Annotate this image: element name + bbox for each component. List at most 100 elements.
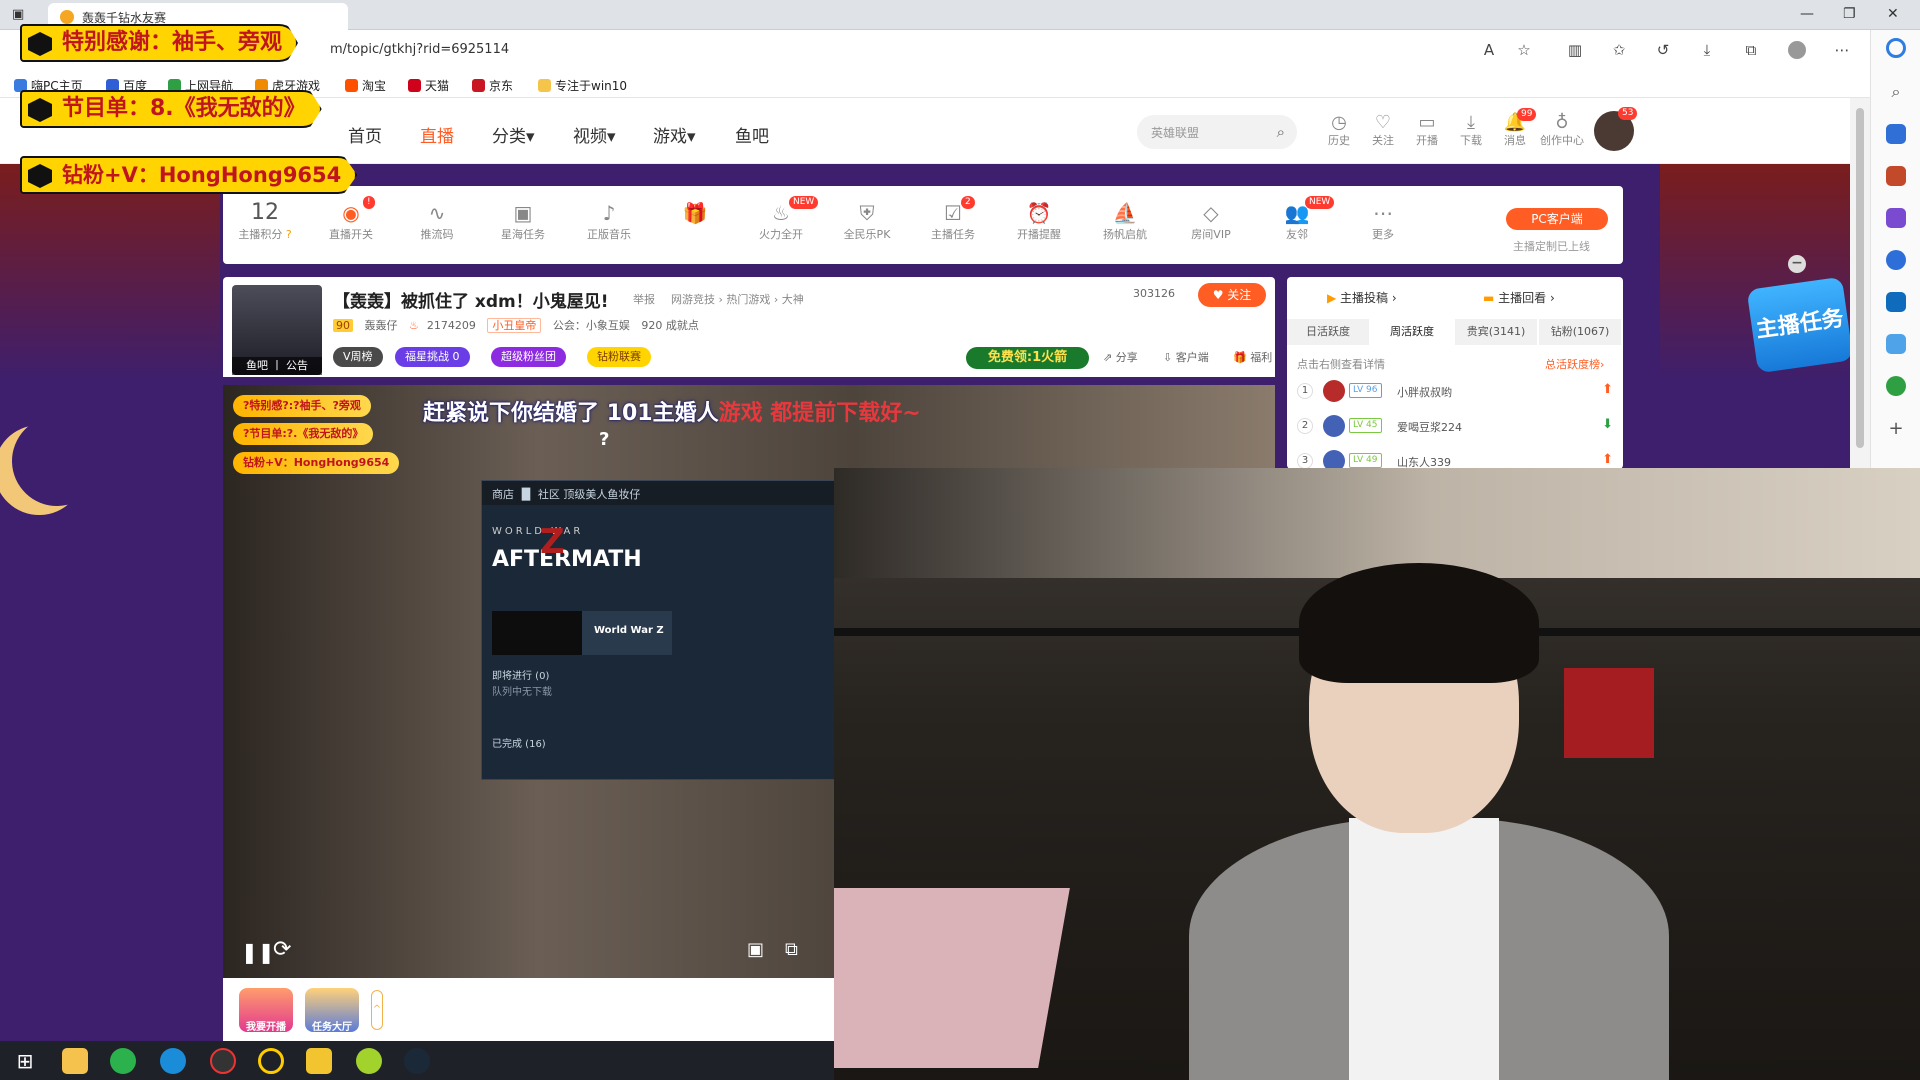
restore-icon[interactable]: ❐ [1843,6,1856,22]
more-icon[interactable]: ⋯ [1833,41,1851,59]
collapse-icon[interactable]: − [1788,255,1806,273]
xbox-icon[interactable] [356,1048,382,1074]
steam-icon[interactable] [404,1048,430,1074]
weekly-rank-pill[interactable]: V周榜 [333,347,383,367]
total-rank-link[interactable]: 总活跃度榜› [1545,356,1604,372]
follow-button[interactable]: ♥ 关注 [1198,283,1266,307]
nav-home[interactable]: 首页 [348,122,382,147]
favorite-add-icon[interactable]: ☆ [1515,41,1533,59]
report-link[interactable]: 举报 [633,291,655,307]
edge-icon[interactable] [160,1048,186,1074]
live-reminder-button[interactable]: ⏰ 开播提醒 [1007,200,1071,242]
anchor-avatar-label[interactable]: 鱼吧 丨 公告 [232,357,322,375]
outlook-icon[interactable] [1886,292,1906,312]
bookmark-item[interactable]: 淘宝 [345,77,386,94]
site-search-input[interactable]: 英雄联盟 ⌕ [1137,115,1297,149]
nav-category[interactable]: 分类▾ [492,122,535,147]
start-live-promo-button[interactable]: 我要开播 [239,988,293,1033]
follow-list-button[interactable]: ♡ 关注 [1363,112,1403,148]
super-fans-pill[interactable]: 超级粉丝团 [491,347,566,367]
more-button[interactable]: ⋯ 更多 [1351,200,1415,242]
read-aloud-icon[interactable]: A [1480,41,1498,59]
star-task-button[interactable]: ▣ 星海任务 [491,200,555,242]
anchor-submit-link[interactable]: ▶ 主播投稿 › [1327,289,1397,306]
anchor-avatar[interactable]: 鱼吧 丨 公告 [232,285,322,375]
bookmark-item[interactable]: 专注于win10 [538,77,627,94]
sail-button[interactable]: ⛵ 扬帆启航 [1093,200,1157,242]
messages-button[interactable]: 🔔 消息 99 [1495,108,1537,148]
close-icon[interactable]: ✕ [1887,6,1899,22]
user-avatar[interactable]: 53 [1594,107,1638,151]
category-breadcrumb[interactable]: 网游竞技 › 热门游戏 › 大神 [671,291,804,307]
room-vip-button[interactable]: ◇ 房间VIP [1179,200,1243,242]
search-icon[interactable]: ⌕ [1277,123,1285,141]
banner-diamond-fans: 钻粉+V：HongHong9654 [20,156,358,194]
office-icon[interactable] [1886,250,1906,270]
neighbors-button[interactable]: 👥 友邻 NEW [1265,196,1335,242]
shopping-icon[interactable] [1886,166,1906,186]
file-explorer-icon[interactable] [62,1048,88,1074]
lucky-challenge-pill[interactable]: 福星挑战 0 [395,347,470,367]
anchor-task-badge[interactable]: 主播任务 [1746,276,1850,374]
gift-button[interactable]: 🎁 [663,200,727,226]
tab-daily[interactable]: 日活跃度 [1287,319,1369,345]
pc-client-button[interactable]: PC客户端 [1506,208,1608,230]
bookmark-item[interactable]: 京东 [472,77,513,94]
screenshot-icon[interactable]: ▣ [747,939,764,960]
bing-icon[interactable] [1886,38,1906,58]
profile-icon[interactable] [1788,41,1806,59]
add-icon[interactable]: + [1886,418,1906,439]
history-button[interactable]: ◷ 历史 [1319,112,1359,148]
rank-row[interactable]: 2 LV 45 爱喝豆浆224 ⬇ [1297,412,1613,440]
favorites-icon[interactable]: ✩ [1610,41,1628,59]
anchor-replay-link[interactable]: ▬ 主播回看 › [1483,289,1555,306]
url-field[interactable]: m/topic/gtkhj?rid=6925114 [330,42,509,57]
creator-center-button[interactable]: ♁ 创作中心 [1540,112,1584,148]
diamond-league-pill[interactable]: 钻粉联赛 [587,347,651,367]
downloads-icon[interactable]: ⤓ [1698,41,1716,59]
obs-icon[interactable] [210,1048,236,1074]
free-rocket-button[interactable]: 免费领:1火箭 [966,347,1089,369]
music-button[interactable]: ♪ 正版音乐 [577,200,641,242]
nav-fishbar[interactable]: 鱼吧 [735,122,769,147]
rank-row[interactable]: 1 LV 96 小胖叔叔哟 ⬆ [1297,377,1613,405]
tab-vip[interactable]: 贵宾(3141) [1455,319,1537,345]
share-button[interactable]: ⇗ 分享 [1103,349,1138,365]
download-button[interactable]: ⤓ 下载 [1451,112,1491,148]
pk-button[interactable]: ⛨ 全民乐PK [835,200,899,242]
task-hall-button[interactable]: 任务大厅 [305,988,359,1033]
anchor-task-button[interactable]: ☑ 主播任务 2 [921,196,985,242]
owl-app-icon[interactable] [306,1048,332,1074]
tab-diamond-fans[interactable]: 钻粉(1067) [1539,319,1621,345]
refresh-icon[interactable]: ⟳ [273,937,291,962]
tag-icon[interactable] [1886,124,1906,144]
start-live-button[interactable]: ▭ 开播 [1407,112,1447,148]
bookmark-item[interactable]: 天猫 [408,77,449,94]
circle-app-icon[interactable] [258,1048,284,1074]
windows-start-icon[interactable]: ⊞ [12,1048,38,1074]
tab-weekly[interactable]: 周活跃度 [1371,319,1453,345]
nav-video[interactable]: 视频▾ [573,122,616,147]
firepower-button[interactable]: ♨ 火力全开 NEW [749,196,819,242]
tree-icon[interactable] [1886,376,1906,396]
popout-icon[interactable]: ⧉ [785,939,798,960]
benefits-button[interactable]: 🎁 福利 [1233,349,1272,365]
nav-games[interactable]: 游戏▾ [653,122,696,147]
split-screen-icon[interactable]: ▥ [1566,41,1584,59]
history-icon[interactable]: ↺ [1654,41,1672,59]
send-icon[interactable] [1886,334,1906,354]
minimize-icon[interactable]: — [1800,6,1814,22]
collections-icon[interactable]: ⧉ [1742,41,1760,59]
search-icon[interactable]: ⌕ [1886,82,1906,102]
nav-live[interactable]: 直播 [420,122,454,147]
games-icon[interactable] [1886,208,1906,228]
expand-arrow-icon[interactable]: ^ [371,990,383,1030]
wechat-icon[interactable] [110,1048,136,1074]
anchor-score[interactable]: 12 主播积分 ? [233,200,297,242]
tab-actions-icon[interactable]: ▣ [12,7,24,22]
client-button[interactable]: ⇩ 客户端 [1163,349,1209,365]
scrollbar-thumb[interactable] [1856,108,1864,448]
pause-icon[interactable]: ❚❚ [241,940,275,964]
live-switch-button[interactable]: ◉ 直播开关! [319,196,383,242]
stream-key-button[interactable]: ∿ 推流码 [405,200,469,242]
